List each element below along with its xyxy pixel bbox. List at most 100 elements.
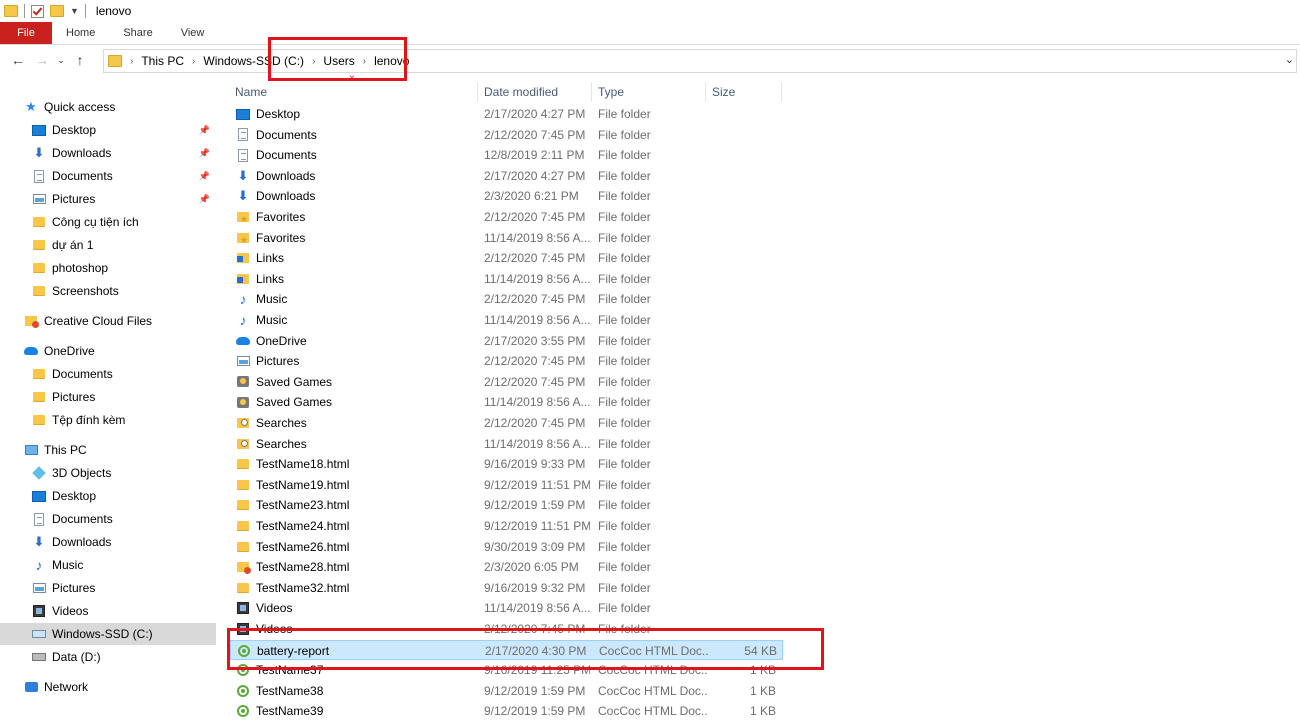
file-row[interactable]: TestName32.html 9/16/2019 9:32 PM File fol… (230, 578, 783, 598)
sidebar-item-label: OneDrive (44, 344, 95, 358)
customize-toolbar-icon[interactable]: ▼ (70, 6, 79, 16)
properties-icon[interactable] (31, 4, 44, 18)
tab-share[interactable]: Share (109, 22, 166, 44)
column-divider[interactable] (591, 82, 592, 102)
tab-view[interactable]: View (167, 22, 219, 44)
file-size (710, 598, 776, 618)
file-row[interactable]: Searches 2/12/2020 7:45 PM File folder (230, 413, 783, 433)
sidebar-item[interactable]: Data (D:) (0, 646, 216, 668)
new-folder-icon[interactable] (50, 5, 64, 17)
chevron-right-icon[interactable]: › (130, 56, 133, 67)
sidebar-item-label: Documents (52, 367, 113, 381)
sidebar-item[interactable]: Desktop 📌 (0, 119, 216, 141)
tab-file[interactable]: File (0, 22, 52, 44)
navigation-pane: ★ Quick access Desktop 📌 ⬇ Downloads 📌 Document… (0, 92, 216, 711)
file-row[interactable]: Pictures 2/12/2020 7:45 PM File folder (230, 351, 783, 371)
chevron-down-icon[interactable]: ⌄ (1285, 53, 1294, 66)
file-row[interactable]: OneDrive 2/17/2020 3:55 PM File folder (230, 331, 783, 351)
file-list: Name Date modified Type Size Desktop 2/17… (228, 82, 1300, 718)
file-date: 2/3/2020 6:05 PM (484, 560, 579, 575)
coccoc-icon (236, 684, 250, 698)
column-divider[interactable] (477, 82, 478, 102)
divider (24, 4, 25, 18)
sidebar-item[interactable]: dự án 1 (0, 234, 216, 256)
sidebar-item[interactable]: Documents (0, 508, 216, 530)
file-row[interactable]: Favorites 11/14/2019 8:56 A... File folder (230, 228, 783, 248)
sidebar-item[interactable]: Pictures 📌 (0, 188, 216, 210)
column-divider[interactable] (705, 82, 706, 102)
file-row[interactable]: TestName28.html 2/3/2020 6:05 PM File fold… (230, 557, 783, 577)
file-row[interactable]: Saved Games 11/14/2019 8:56 A... File fold… (230, 392, 783, 412)
chevron-right-icon[interactable]: › (192, 56, 195, 67)
column-divider[interactable] (781, 82, 782, 102)
sidebar-item[interactable]: Pictures (0, 386, 216, 408)
sidebar-item[interactable]: 3D Objects (0, 462, 216, 484)
sidebar-item[interactable]: ⬇ Downloads (0, 531, 216, 553)
sidebar-item[interactable]: Tệp đính kèm (0, 409, 216, 431)
forward-arrow-icon[interactable]: → (30, 52, 54, 68)
back-arrow-icon[interactable]: ← (6, 52, 30, 68)
file-row[interactable]: ⬇ Downloads 2/17/2020 4:27 PM File folder (230, 166, 783, 186)
file-row[interactable]: ♪ Music 11/14/2019 8:56 A... File folder (230, 310, 783, 330)
file-row[interactable]: Searches 11/14/2019 8:56 A... File folder (230, 434, 783, 454)
file-type: File folder (598, 436, 651, 451)
file-row[interactable]: Links 2/12/2020 7:45 PM File folder (230, 248, 783, 268)
file-name-cell: ♪ Music (236, 310, 476, 330)
download-icon: ⬇ (33, 145, 45, 160)
tab-home[interactable]: Home (52, 22, 109, 44)
file-row[interactable]: Documents 12/8/2019 2:11 PM File folder (230, 145, 783, 165)
file-row[interactable]: TestName23.html 9/12/2019 1:59 PM File fol… (230, 495, 783, 515)
folder-icon (32, 261, 46, 275)
file-row[interactable]: Links 11/14/2019 8:56 A... File folder (230, 269, 783, 289)
sidebar-item[interactable]: Documents 📌 (0, 165, 216, 187)
file-row[interactable]: ⬇ Downloads 2/3/2020 6:21 PM File folder (230, 186, 783, 206)
sidebar-item[interactable]: Documents (0, 363, 216, 385)
sidebar-item[interactable]: Windows-SSD (C:) (0, 623, 216, 645)
file-name: Saved Games (256, 374, 333, 389)
file-row[interactable]: Videos 11/14/2019 8:56 A... File folder (230, 598, 783, 618)
file-row[interactable]: ♪ Music 2/12/2020 7:45 PM File folder (230, 289, 783, 309)
file-row[interactable]: TestName18.html 9/16/2019 9:33 PM File fol… (230, 454, 783, 474)
document-icon (236, 128, 250, 142)
sidebar-item[interactable]: Creative Cloud Files (0, 310, 216, 332)
sidebar-item[interactable]: This PC (0, 439, 216, 461)
file-row[interactable]: TestName26.html 9/30/2019 3:09 PM File fol… (230, 537, 783, 557)
music-icon: ♪ (239, 291, 247, 308)
file-size (710, 104, 776, 124)
breadcrumb-this-pc[interactable]: This PC (141, 54, 184, 68)
column-header-size[interactable]: Size (712, 82, 772, 102)
sidebar-item[interactable]: Công cụ tiện ích (0, 211, 216, 233)
file-row[interactable]: TestName39 9/12/2019 1:59 PM CocCoc HTML D… (230, 701, 783, 721)
sidebar-item[interactable]: Screenshots (0, 280, 216, 302)
sidebar-item[interactable]: OneDrive (0, 340, 216, 362)
sidebar-item[interactable]: ♪ Music (0, 554, 216, 576)
file-row[interactable]: TestName19.html 9/12/2019 11:51 PM File fo… (230, 475, 783, 495)
column-header-name[interactable]: Name (235, 82, 475, 102)
file-name-cell: TestName28.html (236, 557, 476, 577)
sidebar-item[interactable]: photoshop (0, 257, 216, 279)
column-header-date[interactable]: Date modified (484, 82, 584, 102)
file-row[interactable]: Favorites 2/12/2020 7:45 PM File folder (230, 207, 783, 227)
sidebar-item[interactable]: ⬇ Downloads 📌 (0, 142, 216, 164)
file-row[interactable]: TestName24.html 9/12/2019 11:51 PM File fo… (230, 516, 783, 536)
sidebar-item[interactable]: Desktop (0, 485, 216, 507)
up-arrow-icon[interactable]: ↑ (68, 52, 92, 68)
column-header-type[interactable]: Type (598, 82, 698, 102)
document-icon (236, 148, 250, 162)
sidebar-item[interactable]: Network (0, 676, 216, 698)
sidebar-item-label: Tệp đính kèm (52, 413, 126, 427)
sidebar-item[interactable]: ★ Quick access (0, 96, 216, 118)
file-row[interactable]: Saved Games 2/12/2020 7:45 PM File folder (230, 372, 783, 392)
desktop-icon (32, 123, 46, 137)
file-row[interactable]: Desktop 2/17/2020 4:27 PM File folder (230, 104, 783, 124)
recent-locations-icon[interactable]: ⌄ (54, 55, 68, 66)
file-name: TestName18.html (256, 457, 350, 472)
file-row[interactable]: TestName38 9/12/2019 1:59 PM CocCoc HTML D… (230, 681, 783, 701)
file-size (710, 289, 776, 309)
file-size (710, 125, 776, 145)
sidebar-item[interactable]: Videos (0, 600, 216, 622)
file-row[interactable]: Documents 2/12/2020 7:45 PM File folder (230, 125, 783, 145)
file-date: 2/12/2020 7:45 PM (484, 251, 586, 266)
sidebar-item[interactable]: Pictures (0, 577, 216, 599)
cloud-icon (24, 344, 38, 358)
